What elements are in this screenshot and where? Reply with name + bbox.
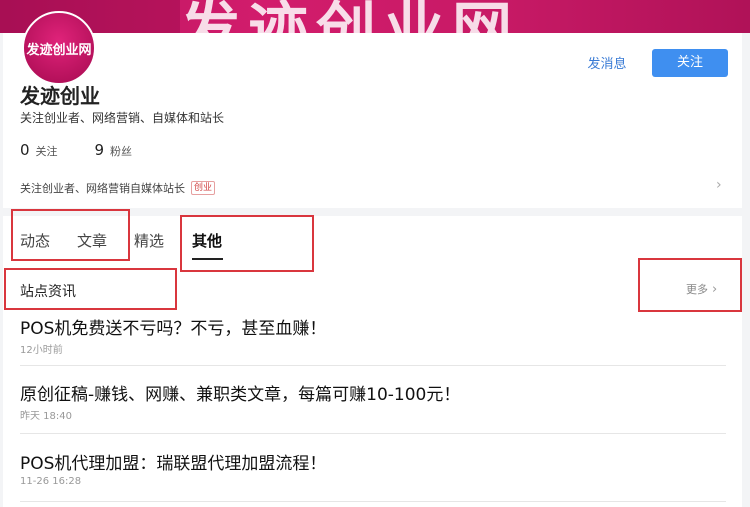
highlight-box-section-title <box>4 268 177 310</box>
follow-button[interactable]: 关注 <box>652 49 728 77</box>
following-count: 0 <box>20 141 30 159</box>
profile-stats: 0 关注 9 粉丝 <box>20 141 132 159</box>
divider <box>20 433 726 434</box>
tab-featured[interactable]: 精选 <box>134 230 164 251</box>
fans-count: 9 <box>94 141 104 159</box>
banner-text: 发迹创业网 <box>180 0 520 33</box>
following-label: 关注 <box>35 145 58 158</box>
article-title[interactable]: 原创征稿-赚钱、网赚、兼职类文章，每篇可赚10-100元！ <box>20 380 726 405</box>
article-item[interactable]: POS机代理加盟：瑞联盟代理加盟流程！ 11-26 16:28 <box>20 449 726 487</box>
highlight-box-more <box>638 258 742 312</box>
article-item[interactable]: POS机免费送不亏吗？不亏，甚至血赚！ 12小时前 <box>20 314 726 356</box>
divider <box>20 501 726 502</box>
article-title[interactable]: POS机免费送不亏吗？不亏，甚至血赚！ <box>20 314 726 339</box>
profile-name: 发迹创业 <box>20 84 100 108</box>
intro-tag-badge: 创业 <box>191 181 216 195</box>
highlight-box-tabs <box>11 209 130 261</box>
profile-intro[interactable]: 关注创业者、网络营销自媒体站长 创业 <box>20 180 216 196</box>
chevron-right-icon[interactable]: › <box>716 177 722 193</box>
following-stat[interactable]: 0 关注 <box>20 141 62 159</box>
intro-text: 关注创业者、网络营销自媒体站长 <box>20 182 185 195</box>
article-time: 11-26 16:28 <box>20 476 82 487</box>
article-time: 昨天 18:40 <box>20 411 72 422</box>
fans-label: 粉丝 <box>110 145 132 158</box>
highlight-box-other-tab <box>180 215 314 272</box>
avatar[interactable]: 发迹创业网 <box>22 11 96 85</box>
article-title[interactable]: POS机代理加盟：瑞联盟代理加盟流程！ <box>20 449 726 474</box>
article-time: 12小时前 <box>20 345 63 356</box>
send-message-button[interactable]: 发消息 <box>577 55 637 75</box>
avatar-text: 发迹创业网 <box>26 42 92 58</box>
fans-stat[interactable]: 9 粉丝 <box>94 141 132 159</box>
divider <box>20 365 726 366</box>
profile-card: 发迹创业网 发消息 关注 发迹创业 关注创业者、网络营销、自媒体和站长 0 关注 … <box>3 11 742 208</box>
profile-bio: 关注创业者、网络营销、自媒体和站长 <box>20 111 225 125</box>
article-item[interactable]: 原创征稿-赚钱、网赚、兼职类文章，每篇可赚10-100元！ 昨天 18:40 <box>20 380 726 422</box>
profile-banner: 发迹创业网 <box>0 0 750 33</box>
